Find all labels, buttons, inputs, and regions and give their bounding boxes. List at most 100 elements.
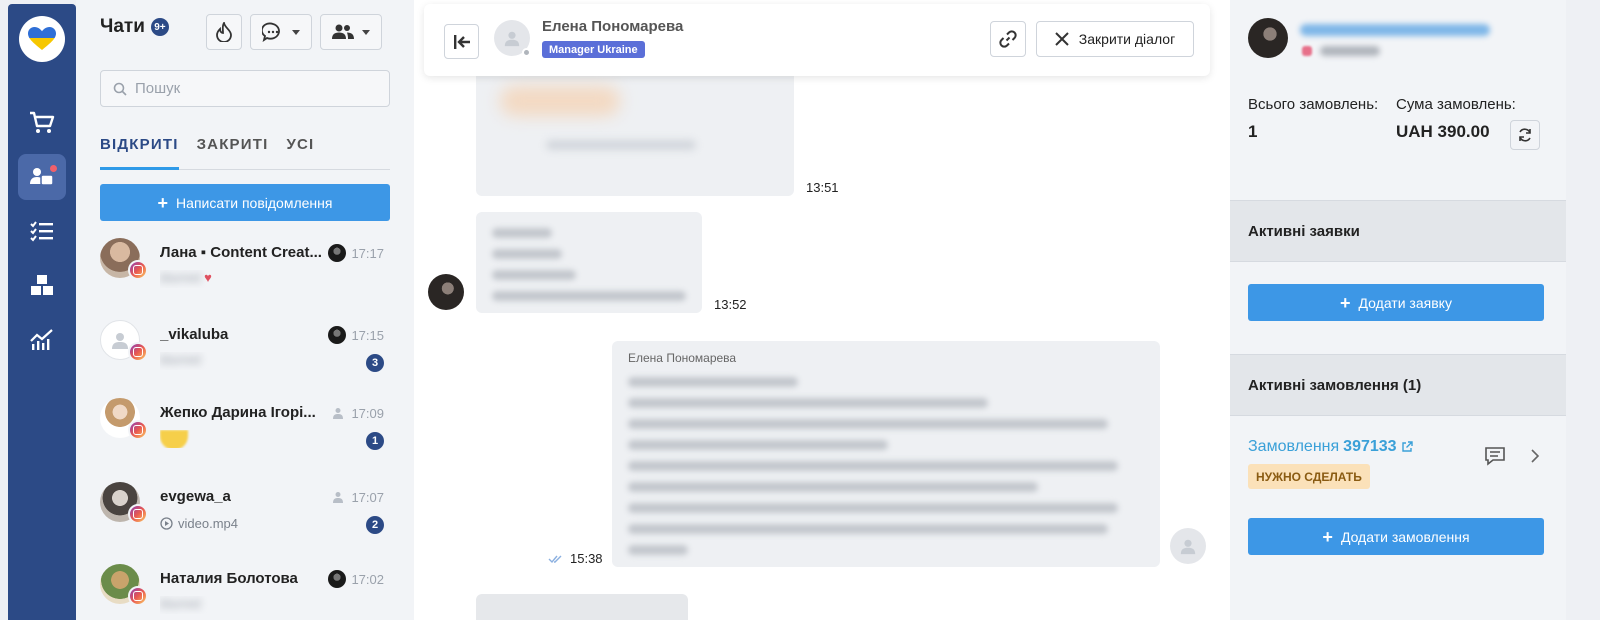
instagram-icon [128,504,148,524]
search-icon [113,82,127,96]
chat-list-item[interactable]: evgewa_a 17:07 video.mp4 2 [100,482,390,554]
message-bubble [476,212,702,313]
link-icon [999,30,1017,48]
arrow-left-bar-icon [453,34,470,49]
add-order-label: Додати замовлення [1340,528,1470,545]
fire-icon [216,22,232,42]
customer-name-blurred[interactable] [1300,24,1490,36]
chat-list-item[interactable]: _vikaluba 17:15 blurred 3 [100,320,390,392]
chat-list-item[interactable]: Жепко Дарина Ігорі... 17:09 blurred 1 [100,398,390,470]
chevron-down-icon [362,29,370,35]
message-bubble: Елена Пономарева [612,341,1160,567]
chat-name: _vikaluba [160,326,229,343]
active-requests-header: Активні заявки [1230,200,1566,262]
orders-sum-value: UAH 390.00 [1396,122,1490,141]
chat-tabs: ВІДКРИТІ ЗАКРИТІ УСІ [100,132,390,170]
add-request-button[interactable]: + Додати заявку [1248,284,1544,321]
comment-icon[interactable] [1484,446,1506,466]
message-time: 13:52 [714,297,747,312]
chat-preview-text: blurred [160,270,201,285]
fire-filter-button[interactable] [206,14,242,50]
conversation-panel: Елена Пономарева Manager Ukraine Закрити… [414,0,1230,620]
user-icon [333,408,343,419]
close-icon [1055,32,1069,46]
chat-list-item[interactable]: Наталия Болотова 17:02 blurred [100,564,390,620]
message-time: 15:38 [570,551,603,566]
chats-title: Чати 9+ [100,16,169,38]
nav-warehouse[interactable] [18,262,66,308]
chat-time: 17:09 [351,406,384,421]
nav-analytics[interactable] [18,316,66,362]
users-icon [332,24,354,39]
refresh-button[interactable] [1510,120,1540,150]
contact-name: Елена Пономарева [542,18,684,35]
chevron-right-icon[interactable] [1530,449,1540,463]
manager-avatar [328,570,346,588]
app-logo[interactable] [19,16,65,62]
plus-icon: + [1340,292,1351,313]
chat-time: 17:02 [351,572,384,587]
user-icon [333,492,343,503]
nav-orders[interactable] [18,100,66,146]
tab-closed[interactable]: ЗАКРИТІ [197,132,269,169]
order-link[interactable]: Замовлення 397133 [1248,438,1413,456]
chat-list-item[interactable]: Лана ▪ Content Creat... 17:17 blurred ♥ [100,238,390,310]
nav-chats[interactable] [18,154,66,200]
message-sender: Елена Пономарева [628,351,737,365]
add-order-button[interactable]: + Додати замовлення [1248,518,1544,555]
plus-icon: + [157,192,169,213]
chat-list-panel: Чати 9+ ВІДКРИТІ ЗАКРИТІ УСІ + Написати … [76,0,414,620]
message-circle-icon [262,22,280,42]
manager-filter-dropdown[interactable] [320,14,382,50]
external-link-icon [1401,441,1413,452]
unread-count: 2 [366,516,384,534]
chat-preview: video.mp4 [160,514,350,532]
order-prefix: Замовлення [1248,438,1340,455]
user-placeholder-icon [504,31,520,47]
search-input[interactable] [135,80,375,97]
contact-avatar [428,274,464,310]
copy-link-button[interactable] [990,21,1026,57]
total-orders-value: 1 [1248,122,1258,141]
nav-tasks[interactable] [18,208,66,254]
manager-avatar [328,326,346,344]
unread-count: 3 [366,354,384,372]
checklist-icon [30,221,53,242]
search-box [100,70,390,107]
collapse-button[interactable] [444,24,479,59]
chat-preview-text: blurred [160,352,201,367]
chat-preview: blurred [160,596,350,614]
status-indicator [522,48,531,57]
compose-label: Написати повідомлення [176,194,333,211]
tab-all[interactable]: УСІ [286,132,314,169]
instagram-icon [1302,46,1312,56]
customer-handle-blurred [1320,46,1380,56]
nav-rail [8,4,76,620]
message-bubble [476,594,688,620]
customer-avatar [1248,18,1288,58]
channel-filter-dropdown[interactable] [250,14,312,50]
chevron-down-icon [292,29,300,35]
instagram-icon [128,342,148,362]
close-dialog-label: Закрити діалог [1078,31,1176,47]
chat-time: 17:07 [351,490,384,505]
order-status-badge: НУЖНО СДЕЛАТЬ [1248,464,1370,489]
close-dialog-button[interactable]: Закрити діалог [1036,21,1194,57]
order-actions [1484,446,1540,466]
chat-time: 17:15 [351,328,384,343]
manager-avatar [1170,528,1206,564]
tab-open[interactable]: ВІДКРИТІ [100,132,179,170]
chat-name: evgewa_a [160,488,231,505]
active-orders-header: Активні замовлення (1) [1230,354,1566,416]
user-placeholder-icon [1180,539,1196,555]
compose-message-button[interactable]: + Написати повідомлення [100,184,390,221]
chat-time: 17:17 [351,246,384,261]
role-badge: Manager Ukraine [542,41,645,58]
add-request-label: Додати заявку [1358,294,1452,311]
instagram-icon [128,420,148,440]
boxes-icon [31,275,53,295]
play-circle-icon [160,516,173,530]
order-number: 397133 [1343,438,1397,455]
chat-preview-text: blurred [160,596,201,611]
chat-preview: blurred [160,430,350,448]
